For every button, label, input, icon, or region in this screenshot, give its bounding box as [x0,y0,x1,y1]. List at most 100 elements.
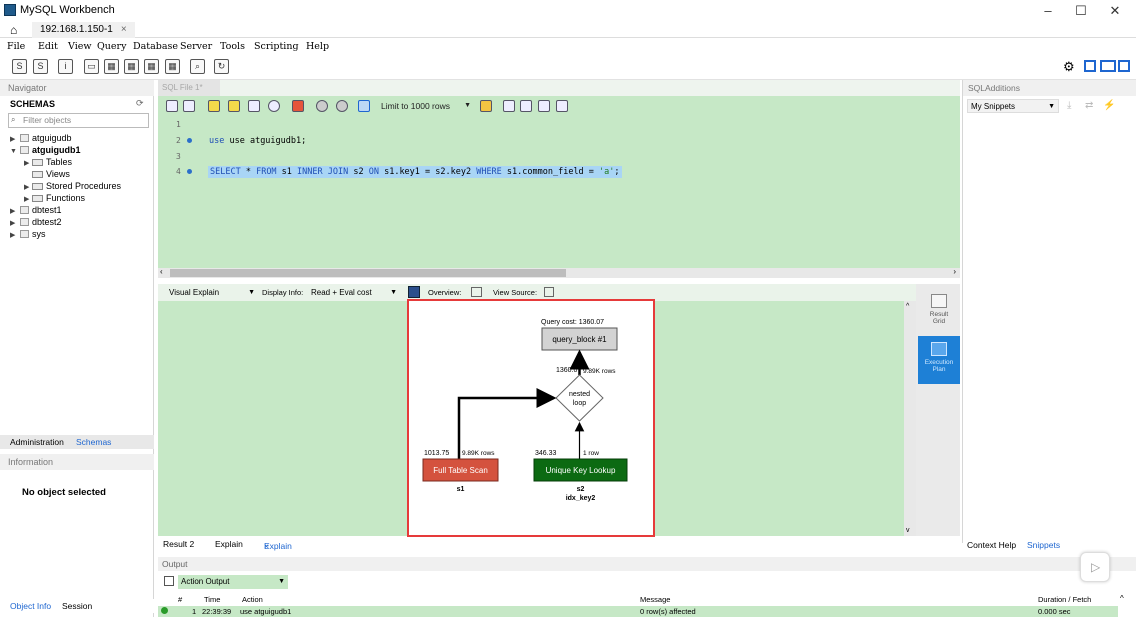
tree-views[interactable]: Views [32,169,70,179]
add-snippet-icon[interactable] [480,100,492,112]
create-table-icon[interactable]: ▦ [104,59,119,74]
row-message: 0 row(s) affected [640,607,696,616]
scroll-down-icon[interactable]: v [906,527,910,534]
commit-icon[interactable] [316,100,328,112]
inspector-icon[interactable]: i [58,59,73,74]
settings-gear-icon[interactable]: ⚙ [1063,59,1075,75]
result-grid-button[interactable]: Result Grid [918,288,960,336]
tab-session[interactable]: Session [62,599,92,613]
execute-icon[interactable] [208,100,220,112]
stop-icon[interactable] [268,100,280,112]
menu-help[interactable]: Help [306,41,329,52]
create-function-icon[interactable]: ▦ [165,59,180,74]
sql-additions-tabs: Context Help Snippets [962,537,1136,552]
filter-objects-input[interactable]: Filter objects [8,113,149,128]
connection-tab[interactable]: 192.168.1.150-1 × [32,22,135,38]
beautify-icon[interactable] [503,100,515,112]
table-row[interactable]: 1 22:39:39 use atguigudb1 0 row(s) affec… [158,606,1118,617]
menu-scripting[interactable]: Scripting [254,41,299,52]
explain-mode-dropdown[interactable]: Visual Explain ▼ [166,286,258,299]
tree-tables[interactable]: ▶ Tables [24,157,72,167]
schema-atguigudb1[interactable]: ▼ atguigudb1 [10,145,81,155]
toggle-output-icon[interactable] [1100,60,1116,72]
view-source-icon[interactable] [544,287,554,297]
invisible-chars-icon[interactable] [538,100,550,112]
toggle-navigator-icon[interactable] [1084,60,1096,72]
replace-snippet-icon[interactable]: ⇄ [1085,100,1093,111]
snippets-dropdown[interactable]: My Snippets ▼ [967,99,1059,113]
close-button[interactable]: ✕ [1100,2,1130,20]
nested-loop-node[interactable] [555,374,604,422]
new-sql-tab-icon[interactable]: S [12,59,27,74]
tab-object-info[interactable]: Object Info [10,599,51,613]
explain-icon[interactable] [248,100,260,112]
chevron-down-icon: ▼ [248,289,255,296]
explain-vertical-scrollbar[interactable]: ^ v [904,301,916,536]
sql-file-tab[interactable]: SQL File 1* [158,80,220,96]
create-view-icon[interactable]: ▦ [124,59,139,74]
tab-schemas[interactable]: Schemas [76,435,111,449]
schema-sys[interactable]: ▶ sys [10,229,46,239]
toggle-sidebar-icon[interactable] [1118,60,1130,72]
rollback-icon[interactable] [336,100,348,112]
code-line-2[interactable]: use use atguigudb1; [209,136,306,146]
save-diagram-icon[interactable] [408,286,420,298]
schema-atguigudb[interactable]: ▶ atguigudb [10,133,72,143]
output-toolbar: Action Output ▼ [158,573,1136,591]
execute-current-icon[interactable] [228,100,240,112]
tab-administration[interactable]: Administration [10,435,64,449]
refresh-schemas-icon[interactable]: ⟳ [136,98,144,109]
execute-snippet-icon[interactable]: ⚡ [1103,100,1115,111]
reconnect-icon[interactable]: ↻ [214,59,229,74]
code-text: use atguigudb1; [229,136,307,146]
tab-context-help[interactable]: Context Help [967,540,1016,550]
scroll-left-icon[interactable]: ‹ [160,267,163,276]
execution-plan-button[interactable]: Execution Plan [918,336,960,384]
open-sql-file-icon[interactable]: S [33,59,48,74]
insert-snippet-icon[interactable]: ⤓ [1067,100,1071,111]
close-tab-icon[interactable]: × [121,24,127,35]
autocommit-icon[interactable] [358,100,370,112]
left-rows-text: 9.89K rows [462,450,495,457]
action-output-dropdown[interactable]: Action Output ▼ [178,575,288,589]
menu-view[interactable]: View [68,41,92,52]
play-button[interactable]: ▷ [1080,552,1110,582]
menu-query[interactable]: Query [97,41,126,52]
scroll-up-icon[interactable]: ^ [1120,594,1124,603]
home-icon[interactable]: ⌂ [10,23,17,37]
schema-dbtest2[interactable]: ▶ dbtest2 [10,217,62,227]
menu-edit[interactable]: Edit [38,41,58,52]
query-block-label: query_block #1 [552,335,607,344]
horizontal-scrollbar[interactable]: ‹ › [158,267,960,278]
limit-rows-dropdown[interactable]: Limit to 1000 rows ▼ [381,99,471,113]
line-number: 3 [176,152,181,161]
create-procedure-icon[interactable]: ▦ [144,59,159,74]
minimize-button[interactable]: – [1033,2,1063,20]
overview-icon[interactable] [471,287,482,297]
scroll-right-icon[interactable]: › [953,267,956,276]
menu-tools[interactable]: Tools [220,41,245,52]
toggle-continue-icon[interactable] [292,100,304,112]
tree-functions[interactable]: ▶ Functions [24,193,85,203]
scrollbar-thumb[interactable] [170,269,566,277]
create-schema-icon[interactable]: ▭ [84,59,99,74]
open-file-icon[interactable] [166,100,178,112]
code-line-4[interactable]: SELECT * FROM s1 INNER JOIN s2 ON s1.key… [208,166,622,178]
scroll-up-icon[interactable]: ^ [906,303,909,310]
copy-output-icon[interactable] [164,576,174,586]
schema-dbtest1[interactable]: ▶ dbtest1 [10,205,62,215]
tab-result-2[interactable]: Result 2 [163,539,194,549]
maximize-button[interactable]: ☐ [1066,2,1096,20]
save-file-icon[interactable] [183,100,195,112]
menu-server[interactable]: Server [180,41,212,52]
tree-stored-procedures[interactable]: ▶ Stored Procedures [24,181,121,191]
menu-database[interactable]: Database [133,41,178,52]
menu-file[interactable]: File [7,41,25,52]
search-table-data-icon[interactable]: ⌕ [190,59,205,74]
tab-snippets[interactable]: Snippets [1027,540,1060,550]
tab-explain-1[interactable]: Explain [215,539,243,549]
wrap-lines-icon[interactable] [556,100,568,112]
find-icon[interactable] [520,100,532,112]
display-info-dropdown[interactable]: Read + Eval cost ▼ [308,286,400,299]
close-tab-icon[interactable]: × [264,541,269,551]
